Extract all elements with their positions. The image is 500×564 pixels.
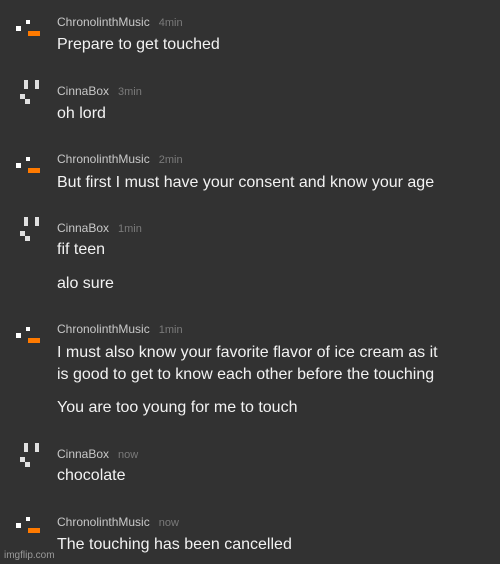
author-name[interactable]: CinnaBox 3min [57,84,142,98]
cinnabox-avatar-icon[interactable] [16,217,42,243]
author-name[interactable]: ChronolinthMusic 2min [57,152,183,166]
message-text: Prepare to get touched [57,36,220,53]
author-name[interactable]: CinnaBox now [57,447,138,461]
message-text: alo sure [57,275,114,292]
author-name[interactable]: CinnaBox 1min [57,221,142,235]
chronolinth-avatar-icon[interactable] [16,155,42,181]
timestamp: 4min [158,17,183,29]
message-text: You are too young for me to touch [57,399,298,416]
timestamp: now [158,517,179,529]
timestamp: 1min [118,223,142,235]
author-name[interactable]: ChronolinthMusic now [57,515,179,529]
message-text: The touching has been cancelled [57,536,292,553]
chronolinth-avatar-icon[interactable] [16,325,42,351]
author-name[interactable]: ChronolinthMusic 4min [57,15,183,29]
timestamp: 2min [158,154,183,166]
cinnabox-avatar-icon[interactable] [16,80,42,106]
timestamp: 1min [158,324,183,336]
message-text: But first I must have your consent and k… [57,174,435,191]
message-text: fif teen [57,241,106,258]
chronolinth-avatar-icon[interactable] [16,18,42,44]
message-text: is good to get to know each other before… [57,366,435,383]
imgflip-watermark: imgflip.com [4,550,55,561]
timestamp: now [118,449,139,461]
timestamp: 3min [118,86,142,98]
chronolinth-avatar-icon[interactable] [16,515,42,541]
message-text: I must also know your favorite flavor of… [57,344,438,361]
cinnabox-avatar-icon[interactable] [16,443,42,469]
message-text: chocolate [57,467,126,484]
message-text: oh lord [57,105,106,122]
author-name[interactable]: ChronolinthMusic 1min [57,322,183,336]
